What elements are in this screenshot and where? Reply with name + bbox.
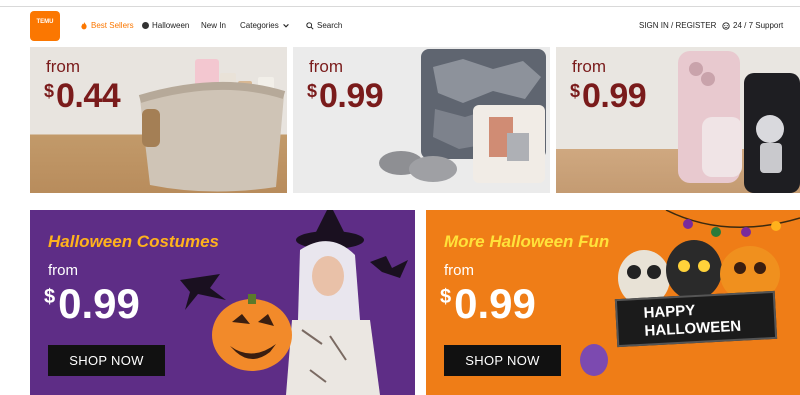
nav-new-in[interactable]: New In [201,21,226,30]
support-link[interactable]: 24 / 7 Support [722,21,783,30]
shop-now-button[interactable]: SHOP NOW [444,345,561,376]
nav-categories-label: Categories [240,21,279,30]
banner-from-label: from [444,262,474,279]
more-halloween-fun-banner[interactable]: HAPPY HALLOWEEN More Halloween Fun from … [426,210,800,395]
promo-tile-storage-basket[interactable]: from $ 0.44 [30,47,287,193]
banner-headline: More Halloween Fun [444,232,610,251]
tile-from-label: from [572,57,606,76]
search-icon [306,21,314,30]
temu-logo[interactable]: TEMU [30,11,60,41]
promo-tile-phone-cases[interactable]: from $ 0.99 [556,47,800,193]
banner-price: $ 0.99 [440,280,536,328]
sign-in-label: SIGN IN / REGISTER [639,21,717,30]
chevron-down-icon [282,23,289,28]
banner-price-value: 0.99 [454,280,536,327]
support-label: 24 / 7 Support [733,21,784,30]
tile-from-label: from [46,57,80,76]
nav-new-in-label: New In [201,21,226,30]
tile-price-value: 0.99 [319,77,384,115]
banner-currency: $ [440,286,452,308]
tile-currency: $ [44,81,55,101]
headset-icon [722,21,730,30]
tile-price: $ 0.44 [44,77,121,116]
banner-headline: Halloween Costumes [48,232,219,251]
logo-text: TEMU [36,19,54,25]
nav-best-sellers[interactable]: Best Sellers [80,21,134,30]
tile-price: $ 0.99 [307,77,384,116]
banner-price-value: 0.99 [58,280,140,327]
tile-currency: $ [570,81,581,101]
banner-currency: $ [44,286,56,308]
site-header: TEMU Best Sellers Halloween New In Categ… [0,7,800,47]
tile-price: $ 0.99 [570,77,647,116]
tile-price-value: 0.44 [56,77,121,115]
pumpkin-icon [142,22,149,29]
tile-from-label: from [309,57,343,76]
nav-search[interactable]: Search [306,21,342,30]
tile-price-value: 0.99 [582,77,647,115]
nav-best-sellers-label: Best Sellers [91,21,134,30]
happy-halloween-sign: HAPPY HALLOWEEN [614,290,778,348]
tile-currency: $ [307,81,318,101]
promo-tile-pillows[interactable]: from $ 0.99 [293,47,550,193]
nav-categories[interactable]: Categories [240,21,290,30]
banner-from-label: from [48,262,78,279]
shop-now-button[interactable]: SHOP NOW [48,345,165,376]
nav-halloween-label: Halloween [152,21,190,30]
sign-in-register-link[interactable]: SIGN IN / REGISTER [639,21,716,30]
nav-halloween[interactable]: Halloween [142,21,189,30]
nav-search-label: Search [317,21,343,30]
banner-price: $ 0.99 [44,280,140,328]
halloween-costumes-banner[interactable]: Halloween Costumes from $ 0.99 SHOP NOW [30,210,415,395]
flame-icon [81,21,87,29]
